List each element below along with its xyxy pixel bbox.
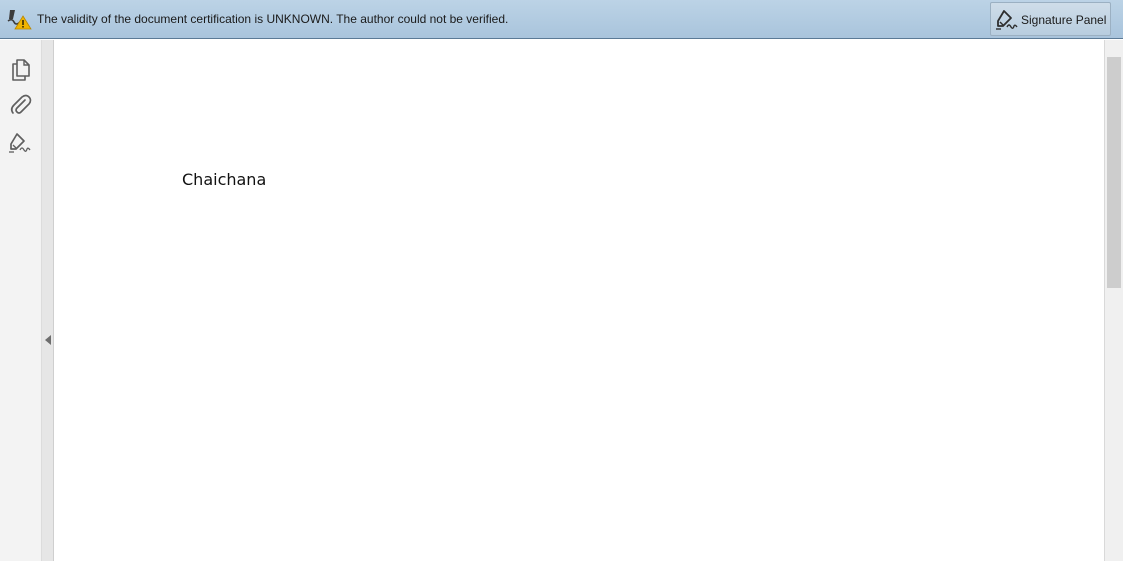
navigation-pane — [0, 40, 42, 561]
certification-status-text: The validity of the document certificati… — [37, 12, 509, 26]
certification-message-bar: The validity of the document certificati… — [0, 0, 1123, 39]
chevron-left-icon — [45, 335, 51, 345]
page-thumbnails-button[interactable] — [6, 54, 36, 82]
signature-panel-button[interactable]: Signature Panel — [990, 2, 1111, 36]
attachments-paperclip-icon — [10, 94, 32, 114]
certificate-warning-icon — [7, 10, 32, 30]
document-text: Chaichana — [182, 170, 267, 189]
document-page: Chaichana — [55, 40, 1104, 561]
signature-pen-icon — [996, 10, 1018, 30]
navigation-pane-toggle[interactable] — [42, 40, 54, 561]
vertical-scrollbar[interactable] — [1104, 40, 1123, 561]
page-thumbnails-icon — [12, 59, 30, 81]
signature-panel-label: Signature Panel — [1021, 13, 1107, 27]
signatures-button[interactable] — [6, 128, 36, 156]
pdf-viewer-window: The validity of the document certificati… — [0, 0, 1123, 561]
attachments-button[interactable] — [6, 90, 36, 118]
scrollbar-thumb[interactable] — [1107, 57, 1121, 288]
signatures-pen-icon — [9, 133, 31, 153]
